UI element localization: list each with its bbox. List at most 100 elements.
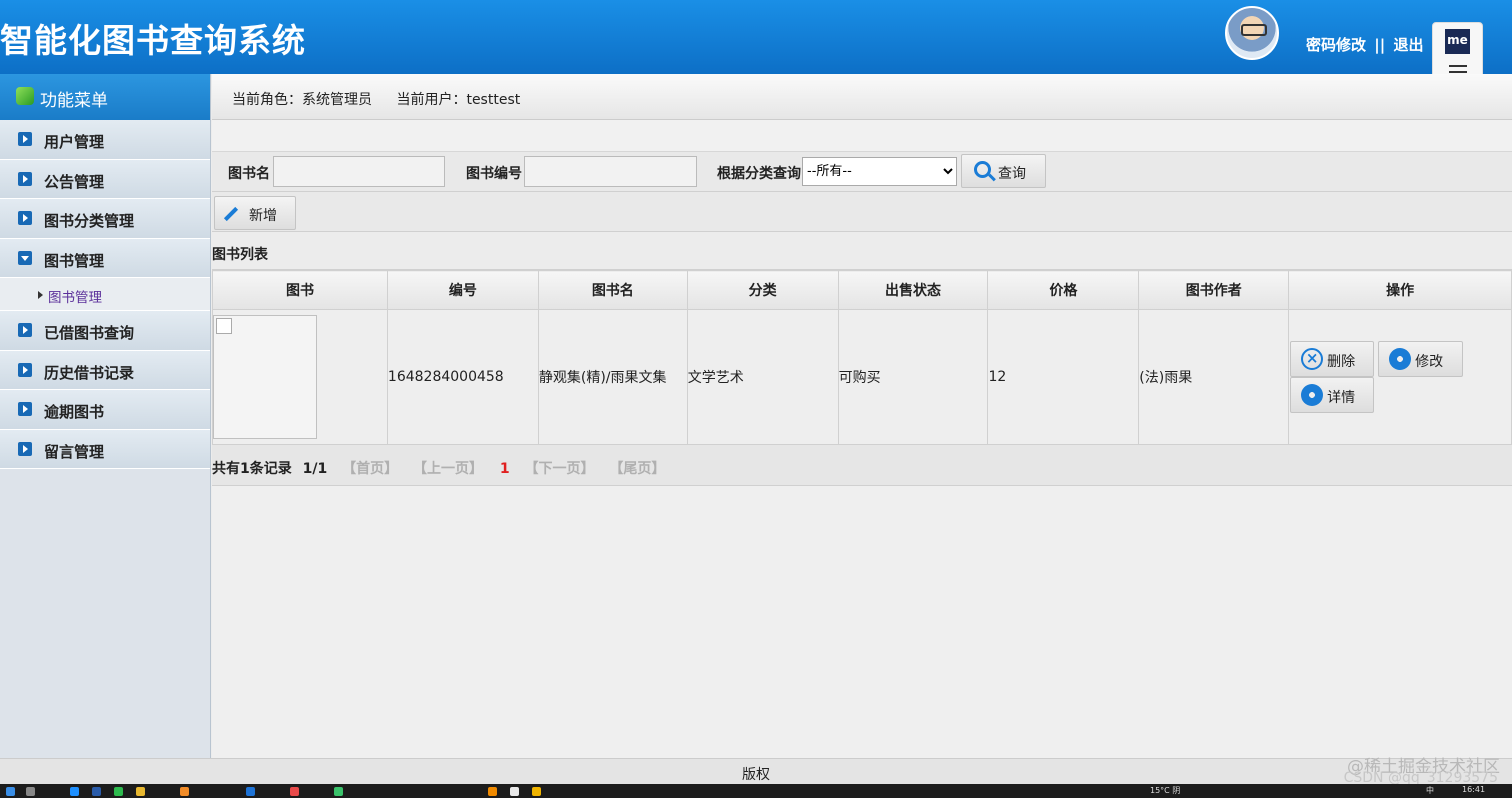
sidebar-item-label: 历史借书记录 [44,363,135,382]
column-header: 图书作者 [1138,270,1290,310]
last-page-link[interactable]: 【尾页】 [609,461,665,477]
sidebar-item-history[interactable]: 历史借书记录 [0,350,210,390]
app-icon[interactable] [532,787,541,796]
os-taskbar: 15°C 阴 中 16:41 [0,784,1512,798]
book-number-label: 图书编号 [466,166,522,182]
column-header: 图书名 [537,270,688,310]
main-content: 当前角色：系统管理员 当前用户：testtest 图书名 图书编号 根据分类查询… [212,74,1512,758]
wechat-icon[interactable] [114,787,123,796]
sidebar-item-announcements[interactable]: 公告管理 [0,159,210,199]
app-icon[interactable] [92,787,101,796]
book-number-input[interactable] [524,156,697,187]
edit-button[interactable]: 修改 [1378,341,1464,377]
footer: 版权 [0,758,1512,784]
user-label: 当前用户： [396,92,467,108]
ime-indicator[interactable]: 中 [1426,785,1434,796]
book-cover-image [213,315,317,439]
detail-button-label: 详情 [1327,390,1356,406]
app-icon[interactable] [510,787,519,796]
price-cell: 12 [987,309,1140,445]
book-table: 图书 编号 图书名 分类 出售状态 价格 图书作者 操作 16482840004… [212,270,1512,445]
sidebar-item-users[interactable]: 用户管理 [0,120,210,160]
arrow-right-icon [18,171,32,186]
sidebar-item-label: 公告管理 [44,172,105,191]
arrow-right-icon [18,362,32,377]
book-name-cell: 静观集(精)/雨果文集 [537,309,688,445]
app-icon[interactable] [246,787,255,796]
search-button[interactable]: 查询 [961,154,1046,188]
sidebar-item-label: 图书管理 [44,251,105,270]
role-value: 系统管理员 [302,92,372,108]
pagination: 共有1条记录 1/1 【首页】 【上一页】 1 【下一页】 【尾页】 [212,445,1512,486]
spacer-row [212,120,1512,152]
sidebar-item-messages[interactable]: 留言管理 [0,429,210,469]
arrow-right-icon [18,132,32,146]
gear-icon [1389,348,1412,370]
pencil-icon [223,206,239,222]
sidebar-item-label: 用户管理 [44,133,105,151]
next-page-link[interactable]: 【下一页】 [524,461,594,477]
sidebar-item-label: 逾期图书 [44,403,105,421]
author-cell: (法)雨果 [1138,309,1290,445]
extension-logo-icon[interactable]: me [1445,29,1470,54]
header-links: 密码修改 || 退出 [1306,34,1423,55]
search-icon [974,161,991,178]
table-header-row: 图书 编号 图书名 分类 出售状态 价格 图书作者 操作 [212,270,1512,310]
weather-status[interactable]: 15°C 阴 [1150,785,1180,796]
detail-button[interactable]: 详情 [1290,377,1375,413]
toolbar: 新增 [212,192,1512,232]
search-icon[interactable] [26,787,35,796]
sidebar-item-borrowed[interactable]: 已借图书查询 [0,311,210,351]
category-select[interactable]: --所有-- [802,157,957,186]
sidebar-item-books[interactable]: 图书管理 [0,238,210,278]
book-cover-cell [212,309,388,445]
arrow-right-icon [18,402,32,416]
column-header: 价格 [987,270,1140,310]
chrome-icon[interactable] [136,787,145,796]
book-category-cell: 文学艺术 [686,309,839,445]
sidebar: 功能菜单 用户管理 公告管理 图书分类管理 图书管理 图书管理 已借图书查询 历… [0,74,211,758]
book-number-cell: 1648284000458 [386,309,539,445]
sidebar-item-label: 图书分类管理 [44,212,135,230]
arrow-down-icon [18,250,32,265]
user-info: 当前用户：testtest [396,92,520,108]
add-button[interactable]: 新增 [214,196,296,230]
app-icon[interactable] [488,787,497,796]
app-icon[interactable] [70,787,79,796]
category-filter-label: 根据分类查询 [717,166,801,182]
user-info-bar: 当前角色：系统管理员 当前用户：testtest [212,74,1512,120]
app-icon[interactable] [334,787,343,796]
prev-page-link[interactable]: 【上一页】 [413,461,483,477]
book-name-label: 图书名 [228,166,270,182]
search-button-label: 查询 [998,166,1026,182]
book-name-input[interactable] [273,156,445,187]
clock[interactable]: 16:41 [1462,785,1485,794]
delete-button[interactable]: × 删除 [1290,341,1375,377]
link-separator: || [1374,36,1386,54]
current-page: 1 [499,461,510,477]
close-circle-icon: × [1301,348,1324,370]
arrow-right-icon [18,211,32,225]
edit-button-label: 修改 [1415,354,1444,370]
logout-link[interactable]: 退出 [1393,36,1423,54]
sidebar-item-label: 已借图书查询 [44,324,135,342]
sidebar-heading-label: 功能菜单 [40,91,108,111]
sidebar-item-book-categories[interactable]: 图书分类管理 [0,199,210,239]
sidebar-item-overdue[interactable]: 逾期图书 [0,390,210,430]
sidebar-item-label: 留言管理 [44,442,105,461]
windows-start-icon[interactable] [6,787,15,796]
gear-icon [1301,384,1324,406]
actions-cell: × 删除 修改 详情 [1288,309,1512,445]
change-password-link[interactable]: 密码修改 [1306,36,1366,54]
column-header: 分类 [686,270,839,310]
delete-button-label: 删除 [1327,354,1356,370]
app-icon[interactable] [290,787,299,796]
app-header: 智能化图书查询系统 密码修改 || 退出 [0,0,1512,74]
sidebar-subitem-books[interactable]: 图书管理 [0,278,210,311]
user-avatar[interactable] [1225,6,1279,60]
sale-status-cell: 可购买 [837,309,989,445]
copyright-text: 版权 [742,767,770,783]
app-icon[interactable] [180,787,189,796]
first-page-link[interactable]: 【首页】 [342,461,398,477]
table-row: 1648284000458 静观集(精)/雨果文集 文学艺术 可购买 12 (法… [212,309,1512,445]
